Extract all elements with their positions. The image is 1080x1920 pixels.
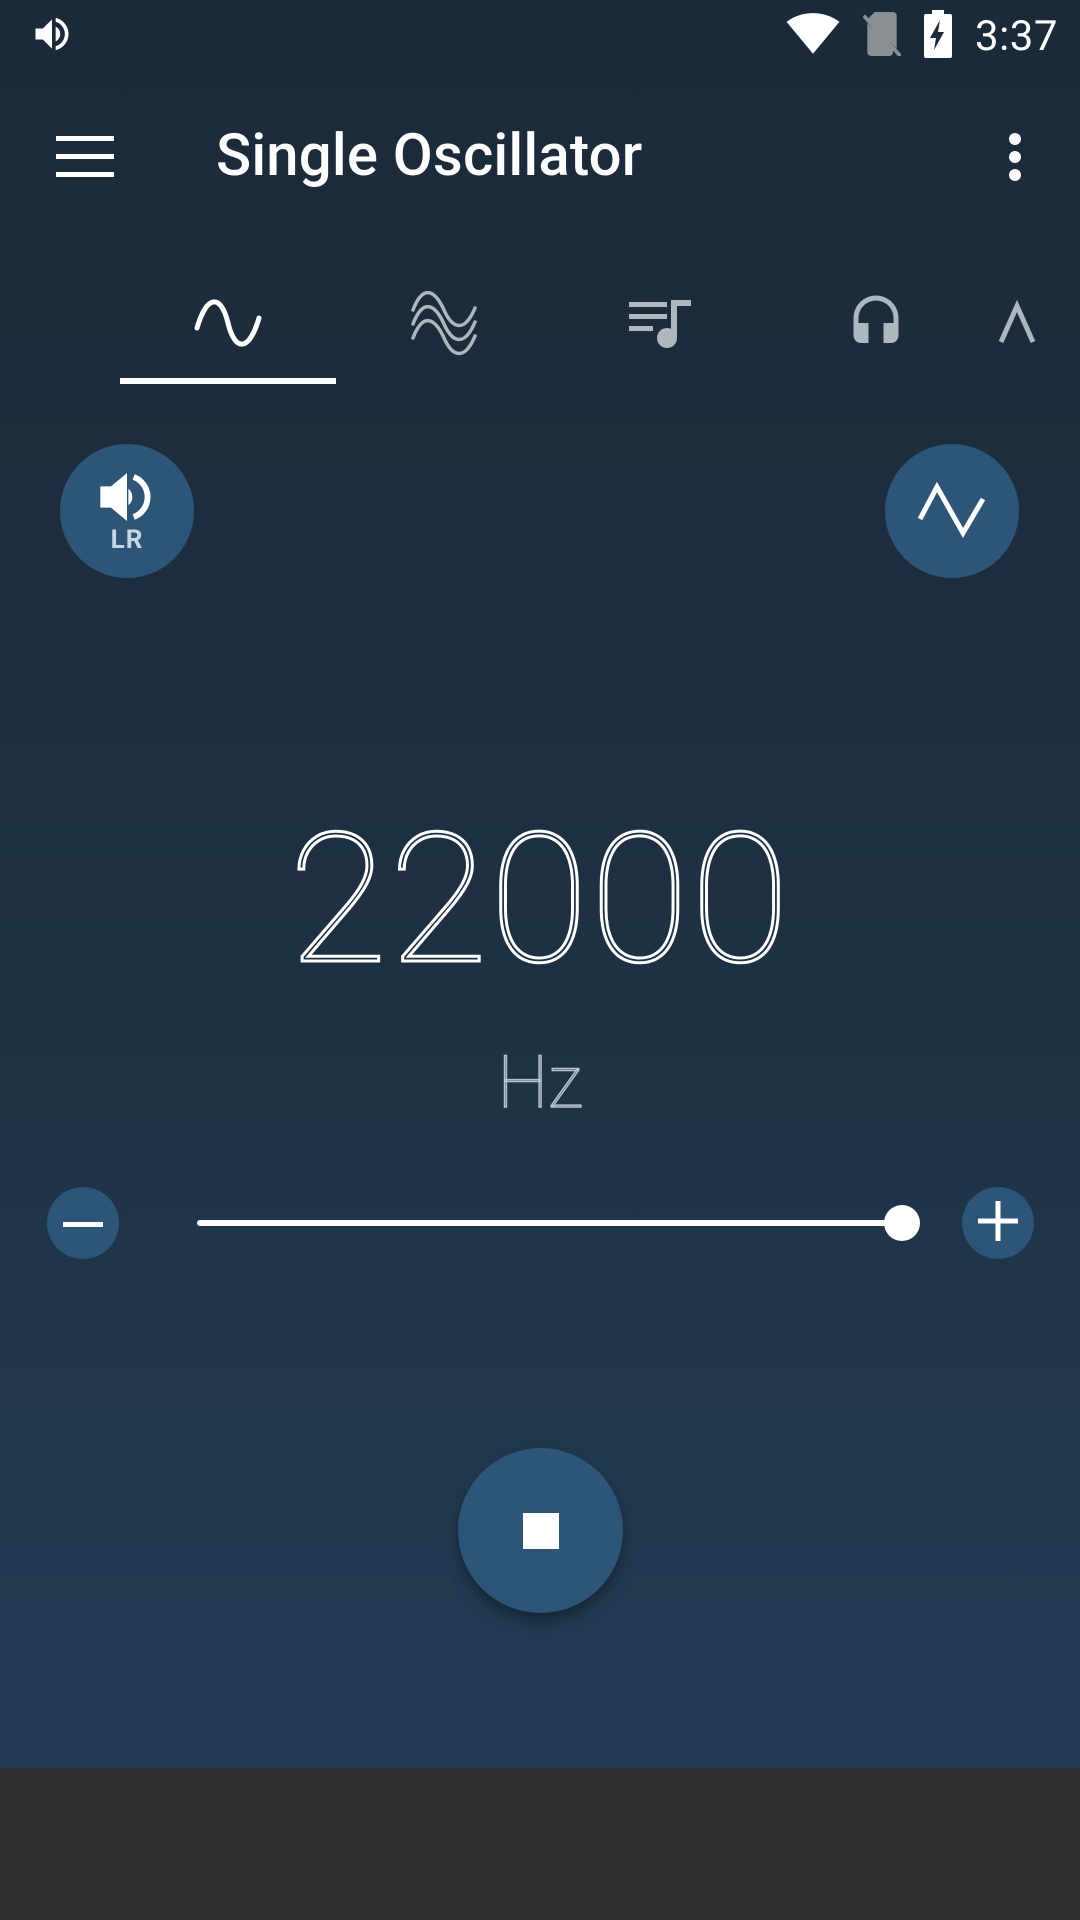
increase-frequency-button[interactable] <box>962 1187 1034 1259</box>
minus-icon <box>63 1214 103 1233</box>
volume-icon <box>30 12 74 60</box>
overflow-menu-button[interactable] <box>985 126 1045 192</box>
multi-wave-icon <box>409 288 479 362</box>
page-title: Single Oscillator <box>216 122 643 190</box>
tab-multi-oscillator[interactable] <box>336 260 552 390</box>
no-sim-icon <box>862 12 902 60</box>
status-bar: 3:37 <box>0 0 1080 72</box>
speaker-lr-icon <box>95 467 159 531</box>
decrease-frequency-button[interactable] <box>47 1187 119 1259</box>
tab-more-waves[interactable] <box>984 260 1080 390</box>
stop-button[interactable] <box>458 1448 623 1613</box>
slider-thumb[interactable] <box>884 1205 920 1241</box>
playlist-music-icon <box>629 296 691 354</box>
stop-icon <box>522 1512 559 1549</box>
channel-lr-button[interactable]: LR <box>60 444 194 578</box>
app-screen: 3:37 Single Oscillator LR 22000 Hz <box>0 0 1080 1768</box>
tab-playlist[interactable] <box>552 260 768 390</box>
channel-label: LR <box>110 525 144 555</box>
mode-tabs <box>0 260 1080 390</box>
partial-wave-icon <box>997 298 1047 352</box>
frequency-unit: Hz <box>497 1039 583 1126</box>
tab-single-oscillator[interactable] <box>120 260 336 390</box>
status-time: 3:37 <box>975 11 1058 61</box>
frequency-value[interactable]: 22000 <box>0 808 1080 991</box>
battery-charging-icon <box>923 10 953 62</box>
menu-button[interactable] <box>40 126 130 192</box>
tab-headphones[interactable] <box>768 260 984 390</box>
status-icons: 3:37 <box>785 10 1058 62</box>
app-toolbar: Single Oscillator <box>0 82 1080 232</box>
headphones-icon <box>846 292 906 358</box>
hamburger-menu-icon <box>56 136 114 182</box>
wifi-icon <box>785 12 841 60</box>
waveform-button[interactable] <box>885 444 1019 578</box>
triangle-wave-icon <box>917 479 987 543</box>
plus-icon <box>978 1201 1018 1245</box>
navigation-bar <box>0 1768 1080 1920</box>
more-vertical-icon <box>1007 132 1023 186</box>
sine-wave-icon <box>193 298 263 352</box>
frequency-slider[interactable] <box>197 1198 920 1248</box>
tab-selected-indicator <box>120 378 336 384</box>
slider-track <box>197 1220 902 1226</box>
